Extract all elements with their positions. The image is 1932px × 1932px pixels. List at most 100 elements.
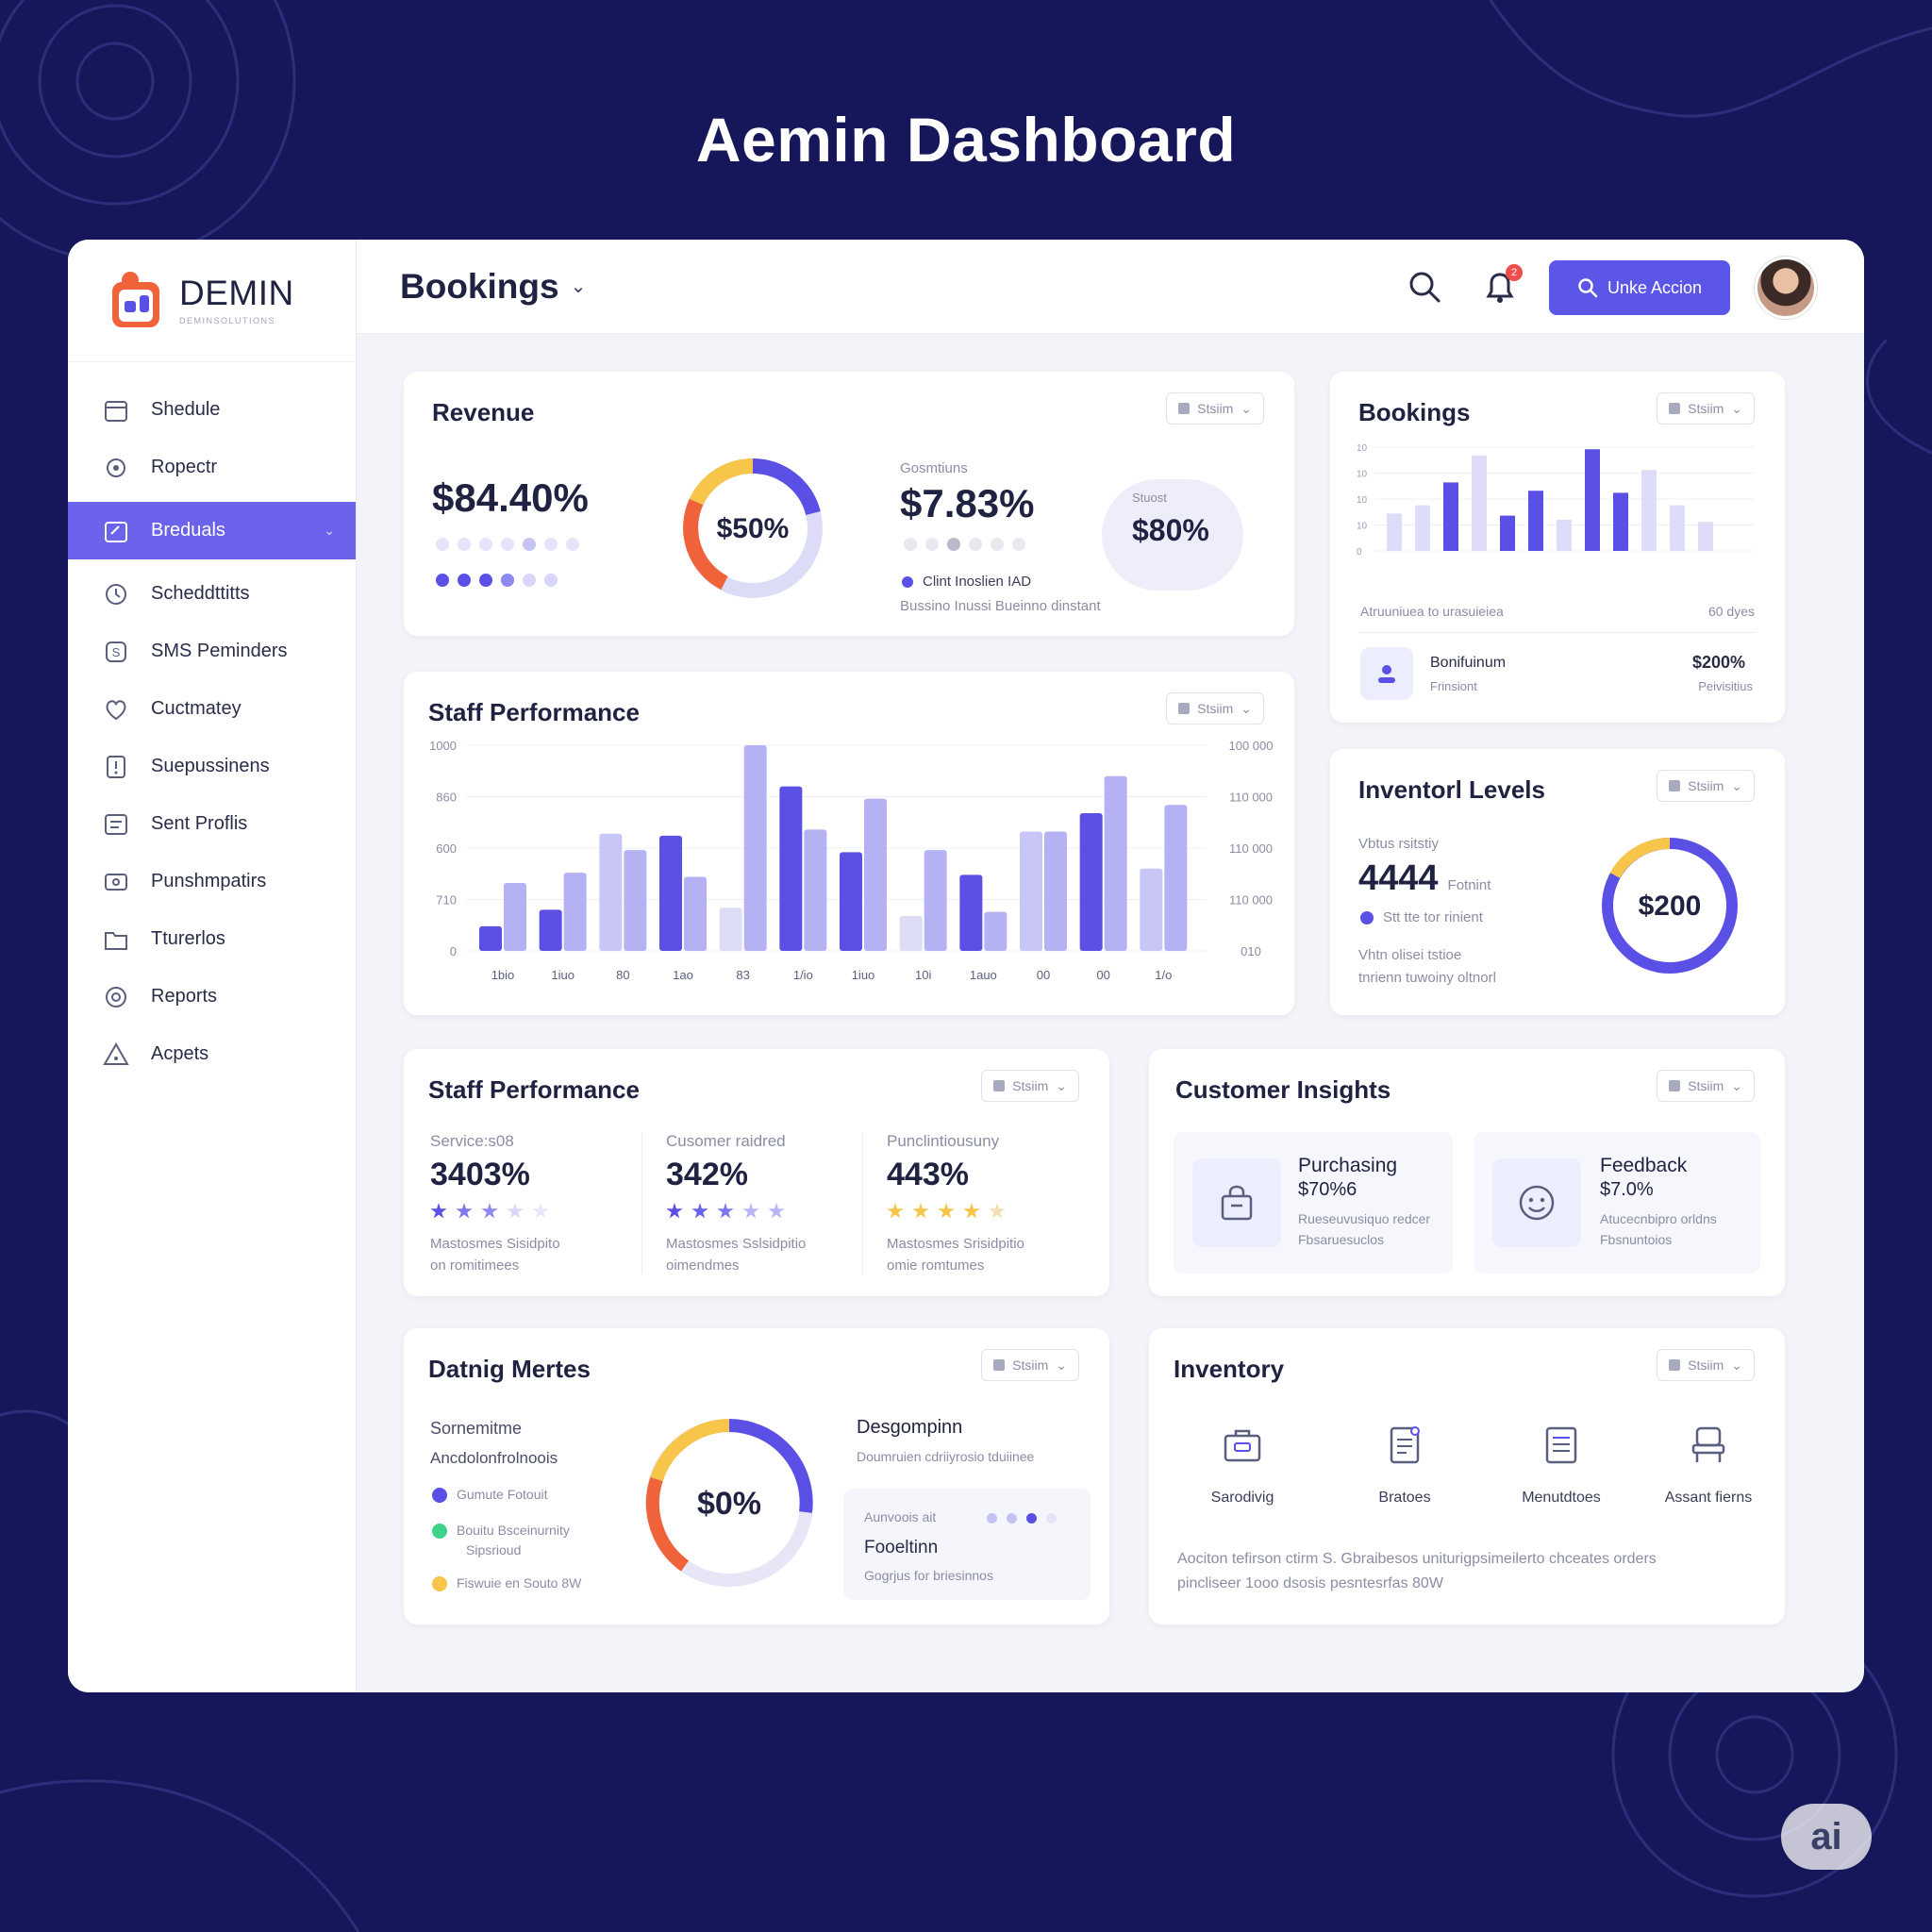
revenue-dots-row-3 [904, 538, 1025, 551]
primary-action-button[interactable]: Unke Accion [1549, 260, 1730, 315]
sidebar-item-label: Ropectr [151, 457, 218, 477]
x-tick-label: 1/io [793, 968, 813, 982]
y-tick-label-left: 1000 [429, 739, 457, 753]
chevron-down-icon[interactable]: ⌄ [571, 275, 587, 298]
sidebar-item-label: Shedule [151, 399, 221, 420]
booking-bar [1613, 492, 1628, 551]
app-window: DEMIN DEMINSOLUTIONS Shedule Ropectr Bredu… [68, 240, 1864, 1692]
inventory-note-2: pincliseer 1ooo dsosis pesntesrfas 80W [1177, 1575, 1443, 1591]
x-tick-label: 1auo [970, 968, 997, 982]
revenue-donut-label: $50% [717, 513, 790, 544]
search-icon[interactable] [1406, 268, 1443, 306]
card-icon [102, 868, 130, 896]
staff-bar [599, 833, 623, 951]
sidebar-item-7[interactable]: Suepussinens [68, 738, 356, 795]
topbar-title[interactable]: Bookings [400, 267, 559, 307]
sidebar-item-9[interactable]: Punshmpatirs [68, 853, 356, 910]
brand[interactable]: DEMIN DEMINSOLUTIONS [68, 240, 356, 362]
dating-donut-label: $0% [697, 1486, 761, 1522]
revenue-secondary-caption: Gosmtiuns [900, 460, 968, 476]
bookings-card: Bookings Stsiim ⌄ 10 10 10 10 0 Atruuniuea to… [1330, 372, 1785, 723]
calendar-edit-icon [102, 517, 130, 545]
star-icon [768, 1203, 785, 1219]
inventory-card: Inventory Stsiim ⌄ Sarodivig Bratoes Menu… [1149, 1328, 1785, 1624]
inventory-levels-filter-dropdown[interactable]: Stsiim ⌄ [1657, 770, 1755, 802]
booking-bar [1387, 513, 1402, 551]
revenue-secondary-value: $7.83% [900, 481, 1035, 525]
staff-bar [684, 876, 707, 951]
revenue-legend: Clint Inoslien IAD [902, 574, 1031, 590]
insight-feedback[interactable]: Feedback $7.0% Atucecnbipro orldns Fbsnu… [1474, 1132, 1760, 1274]
dating-panel[interactable]: Aunvoois ait Fooeltinn Gogrjus for bries… [843, 1489, 1091, 1600]
sidebar-item-5[interactable]: S SMS Peminders [68, 623, 356, 680]
inventory-levels-caption: Vbtus rsitstiy [1358, 836, 1440, 852]
sidebar-item-1[interactable]: Shedule [68, 381, 356, 439]
revenue-primary-value: $84.40% [432, 475, 589, 520]
staff-kpi-filter-dropdown[interactable]: Stsiim ⌄ [981, 1070, 1079, 1102]
staff-bar [504, 883, 526, 951]
revenue-card: Revenue Stsiim ⌄ $84.40% $50% Gosmtiuns $… [404, 372, 1294, 636]
sidebar-item-3[interactable]: Breduals ⌄ [68, 502, 356, 559]
star-icon [989, 1203, 1006, 1219]
customer-insights-filter-dropdown[interactable]: Stsiim ⌄ [1657, 1070, 1755, 1102]
insight-purchasing[interactable]: Purchasing $70%6 Rueseuvusiquo redcer Fb… [1174, 1132, 1453, 1274]
notifications-button[interactable]: 2 [1479, 264, 1523, 308]
inventory-item-1[interactable]: Sarodivig [1162, 1423, 1323, 1507]
chair-icon [1691, 1426, 1725, 1462]
inventory-levels-value: 4444 [1358, 858, 1439, 898]
inventory-item-2[interactable]: Bratoes [1324, 1423, 1485, 1507]
sidebar-item-6[interactable]: Cuctmatey [68, 680, 356, 738]
inventory-levels-foot-2: tnrienn tuwoiny oltnorl [1358, 970, 1496, 986]
y-tick-label-left: 600 [436, 841, 457, 856]
revenue-filter-dropdown[interactable]: Stsiim ⌄ [1166, 392, 1264, 425]
sidebar-item-12[interactable]: Acpets [68, 1025, 356, 1083]
sidebar-nav: Shedule Ropectr Breduals ⌄ Scheddttitts S SMS … [68, 362, 356, 1083]
staff-kpi-3: Punclintiousuny 443% Mastosmes Srisidpitio… [887, 1132, 1094, 1274]
dating-metrics-donut: $0% [645, 1419, 813, 1587]
sidebar-item-4[interactable]: Scheddttitts [68, 565, 356, 623]
staff-bar [779, 786, 803, 951]
y-tick-label: 10 [1357, 522, 1368, 532]
search-icon [1578, 278, 1598, 298]
revenue-dots-row-2 [436, 574, 558, 587]
staff-bar [1104, 775, 1127, 951]
staff-bar [743, 745, 767, 951]
sidebar-item-label: Acpets [151, 1043, 209, 1064]
booking-bar [1698, 522, 1713, 551]
staff-chart-filter-dropdown[interactable]: Stsiim ⌄ [1166, 692, 1264, 724]
dating-metrics-card: Datnig Mertes Stsiim ⌄ Sornemitme Ancdolo… [404, 1328, 1109, 1624]
sidebar-item-label: Reports [151, 986, 218, 1007]
sidebar-item-10[interactable]: Tturerlos [68, 910, 356, 968]
page-title: Aemin Dashboard [695, 105, 1237, 175]
inventory-item-3[interactable]: Menutdtoes [1481, 1423, 1641, 1507]
profile-icon [102, 810, 130, 839]
dating-legend-3: Fiswuie en Souto 8W [432, 1575, 581, 1592]
inventory-filter-dropdown[interactable]: Stsiim ⌄ [1657, 1349, 1755, 1381]
staff-kpi-1: Service:s08 3403% Mastosmes Sisidpito on ro… [430, 1132, 638, 1274]
inventory-title: Inventory [1174, 1355, 1285, 1383]
sidebar-item-8[interactable]: Sent Proflis [68, 795, 356, 853]
star-icon [456, 1203, 473, 1219]
dating-heading-2: Ancdolonfrolnoois [430, 1449, 558, 1467]
inventory-item-4[interactable]: Assant fierns [1628, 1423, 1789, 1507]
sidebar-item-11[interactable]: Reports [68, 968, 356, 1025]
brand-name: DEMIN [179, 274, 294, 312]
dating-metrics-filter-dropdown[interactable]: Stsiim ⌄ [981, 1349, 1079, 1381]
bookings-row-sub: Frinsiont [1430, 679, 1477, 693]
dating-metrics-title: Datnig Mertes [428, 1355, 591, 1383]
inventory-levels-foot-1: Vhtn olisei tstioe [1358, 947, 1462, 963]
inventory-levels-value-row: 4444 Fotnint [1358, 858, 1491, 898]
staff-bar [563, 873, 587, 951]
staff-kpi-value: 443% [887, 1157, 969, 1192]
gear-icon [102, 454, 130, 482]
user-avatar[interactable] [1755, 257, 1817, 319]
bookings-filter-dropdown[interactable]: Stsiim ⌄ [1657, 392, 1755, 425]
staff-bar [840, 852, 862, 951]
notification-badge: 2 [1506, 264, 1523, 281]
sidebar-item-2[interactable]: Ropectr [68, 439, 356, 496]
insight-feedback-value: $7.0% [1600, 1179, 1654, 1200]
staff-bar [1164, 805, 1188, 951]
y-tick-label-left: 860 [436, 791, 457, 805]
staff-bar [984, 911, 1008, 951]
y-tick-label: 0 [1357, 547, 1362, 558]
